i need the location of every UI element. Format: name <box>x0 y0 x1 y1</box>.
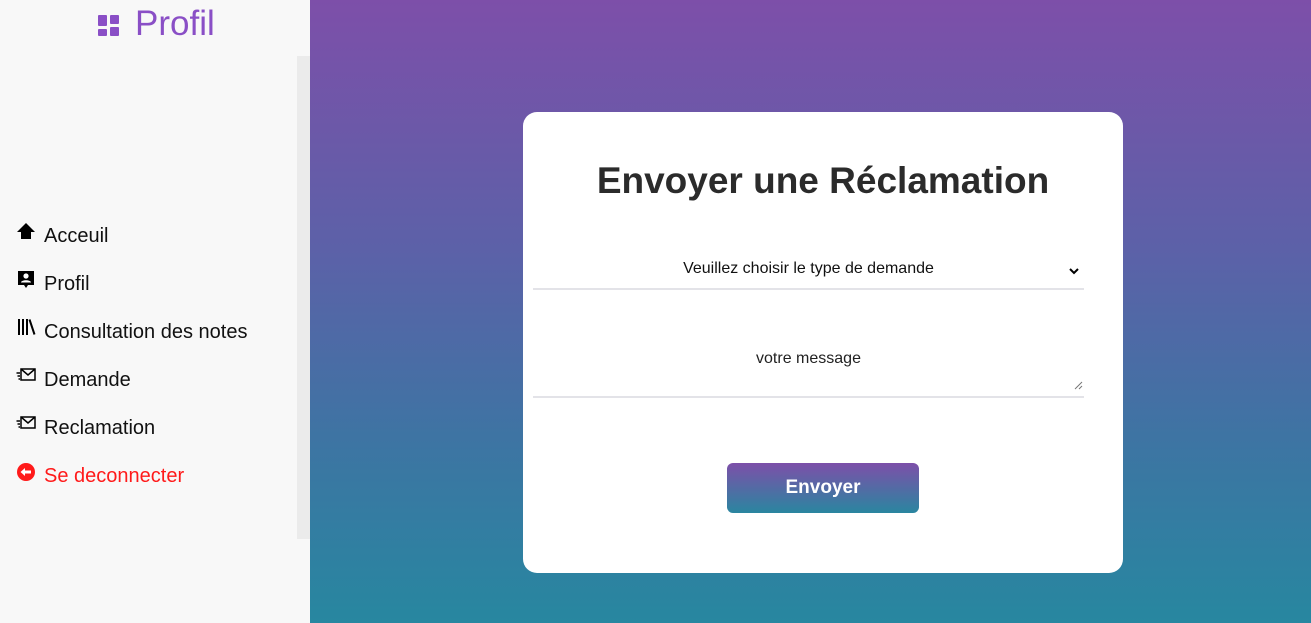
sidebar-item-label: Demande <box>44 368 131 391</box>
brand-label: Profil <box>135 4 215 43</box>
logout-icon <box>16 462 36 482</box>
sidebar-item-label: Acceuil <box>44 224 109 247</box>
sidebar-item-profil[interactable]: Profil <box>16 260 247 308</box>
send-button[interactable]: Envoyer <box>727 463 919 513</box>
select-value: Veuillez choisir le type de demande <box>683 260 934 277</box>
sidebar-item-demande[interactable]: Demande <box>16 356 247 404</box>
message-placeholder: votre message <box>756 350 861 367</box>
dashboard-icon <box>98 14 119 36</box>
reclamation-form-card: Envoyer une Réclamation Veuillez choisir… <box>523 112 1123 573</box>
chevron-down-icon <box>1068 264 1080 282</box>
resize-grip-icon[interactable] <box>1074 377 1083 395</box>
profile-badge-icon <box>16 270 36 290</box>
main-content: Envoyer une Réclamation Veuillez choisir… <box>310 0 1311 623</box>
sidebar-item-label: Se deconnecter <box>44 464 185 487</box>
sidebar-nav: Acceuil Profil Consultation des notes De… <box>16 212 247 500</box>
sidebar-item-reclamation[interactable]: Reclamation <box>16 404 247 452</box>
sidebar: Profil Acceuil Profil Consultation des n… <box>0 0 310 623</box>
mail-send-icon <box>16 414 36 434</box>
form-title: Envoyer une Réclamation <box>596 160 1050 201</box>
sidebar-item-label: Consultation des notes <box>44 320 248 343</box>
sidebar-item-label: Profil <box>44 272 90 295</box>
sidebar-item-acceuil[interactable]: Acceuil <box>16 212 247 260</box>
sidebar-item-logout[interactable]: Se deconnecter <box>16 452 247 500</box>
home-icon <box>16 222 36 242</box>
sidebar-scrollbar[interactable] <box>297 56 310 539</box>
request-type-select[interactable]: Veuillez choisir le type de demande <box>533 252 1084 290</box>
sidebar-brand[interactable]: Profil <box>98 4 215 44</box>
sidebar-item-consultation-notes[interactable]: Consultation des notes <box>16 308 247 356</box>
message-textarea[interactable]: votre message <box>533 330 1084 398</box>
sidebar-item-label: Reclamation <box>44 416 156 439</box>
mail-send-icon <box>16 366 36 386</box>
library-icon <box>16 318 36 338</box>
